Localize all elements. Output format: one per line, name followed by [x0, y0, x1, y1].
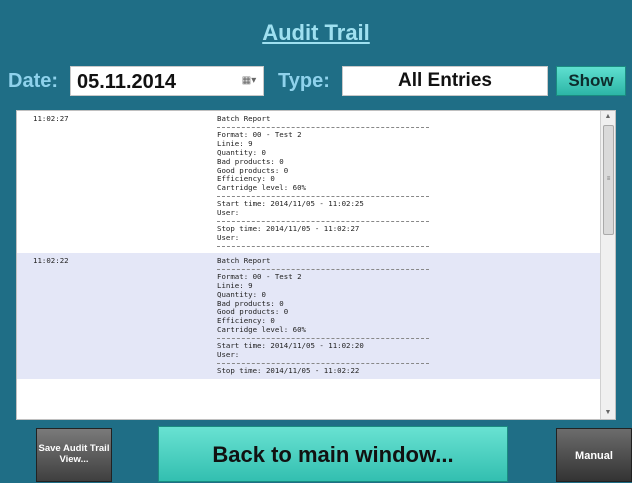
scroll-up-arrow-icon[interactable]: ▲	[601, 111, 615, 123]
vertical-scrollbar[interactable]: ▲ ≡ ▼	[600, 111, 615, 419]
save-audit-trail-view-button[interactable]: Save Audit Trail View...	[36, 428, 112, 482]
divider	[217, 196, 429, 198]
divider	[217, 338, 429, 340]
entry-linie: Linie: 9	[217, 280, 253, 290]
calendar-dropdown-icon[interactable]: ▦▾	[241, 74, 257, 88]
entry-stop-time: Stop time: 2014/11/05 - 11:02:27	[217, 224, 360, 234]
entry-report: Batch Report Format: 00 - Test 2 Linie: …	[217, 114, 601, 247]
entry-stop-time: Stop time: 2014/11/05 - 11:02:22	[217, 365, 360, 375]
date-picker[interactable]: 05.11.2014 ▦▾	[70, 66, 264, 96]
divider	[217, 245, 429, 247]
divider	[217, 221, 429, 223]
entry-cartridge-level: Cartridge level: 60%	[217, 183, 306, 193]
entry-start-user: User:	[217, 350, 240, 360]
divider	[217, 362, 429, 364]
entry-title: Batch Report	[217, 255, 271, 265]
divider	[217, 268, 429, 270]
entry-start-user: User:	[217, 208, 240, 218]
type-selector[interactable]: All Entries	[342, 66, 548, 96]
date-label: Date:	[8, 70, 59, 92]
audit-log-panel: 11:02:27 Batch Report Format: 00 - Test …	[16, 110, 616, 420]
date-value: 05.11.2014	[77, 71, 176, 93]
type-label: Type:	[278, 70, 330, 92]
entry-time: 11:02:22	[33, 255, 69, 265]
entry-cartridge-level: Cartridge level: 60%	[217, 325, 306, 335]
manual-button[interactable]: Manual	[556, 428, 632, 482]
save-button-line2: View...	[59, 454, 89, 465]
grip-icon: ≡	[606, 176, 611, 182]
entry-stop-user: User:	[217, 232, 240, 242]
save-button-line1: Save Audit Trail	[38, 443, 110, 454]
entry-format: Format: 00 - Test 2	[217, 271, 302, 281]
entry-start-time: Start time: 2014/11/05 - 11:02:20	[217, 341, 364, 351]
page-title: Audit Trail	[262, 20, 370, 45]
entry-format: Format: 00 - Test 2	[217, 129, 302, 139]
entry-linie: Linie: 9	[217, 138, 253, 148]
audit-log-list[interactable]: 11:02:27 Batch Report Format: 00 - Test …	[17, 111, 601, 419]
show-button[interactable]: Show	[556, 66, 626, 96]
entry-title: Batch Report	[217, 114, 271, 123]
entry-start-time: Start time: 2014/11/05 - 11:02:25	[217, 199, 364, 209]
scroll-down-arrow-icon[interactable]: ▼	[601, 407, 615, 419]
list-item[interactable]: 11:02:22 Batch Report Format: 00 - Test …	[17, 252, 601, 379]
list-item[interactable]: 11:02:27 Batch Report Format: 00 - Test …	[17, 111, 601, 253]
back-to-main-window-button[interactable]: Back to main window...	[158, 426, 508, 482]
divider	[217, 126, 429, 128]
entry-time: 11:02:27	[33, 114, 69, 123]
entry-report: Batch Report Format: 00 - Test 2 Linie: …	[217, 255, 601, 376]
scrollbar-thumb[interactable]: ≡	[603, 125, 614, 235]
